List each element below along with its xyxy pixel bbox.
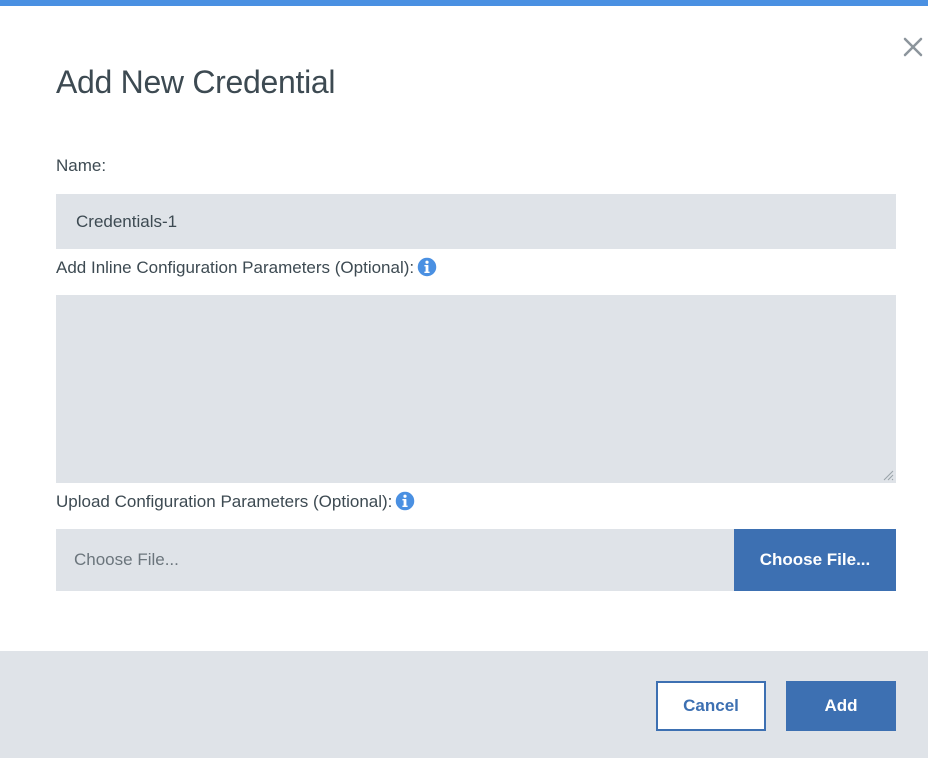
dialog-title: Add New Credential xyxy=(56,64,336,100)
info-icon[interactable] xyxy=(416,256,438,278)
dialog-footer: Cancel Add xyxy=(0,651,928,758)
resize-grip-icon[interactable] xyxy=(880,467,894,481)
file-name-display[interactable]: Choose File... xyxy=(56,529,734,591)
upload-params-label-row: Upload Configuration Parameters (Optiona… xyxy=(56,490,417,512)
add-credential-dialog: Add New Credential Name: Add Inline Conf… xyxy=(0,0,928,758)
name-input[interactable] xyxy=(56,194,896,249)
cancel-button[interactable]: Cancel xyxy=(656,681,766,731)
choose-file-button[interactable]: Choose File... xyxy=(734,529,896,591)
add-button[interactable]: Add xyxy=(786,681,896,731)
inline-params-label: Add Inline Configuration Parameters (Opt… xyxy=(56,258,415,277)
close-icon[interactable] xyxy=(900,34,926,60)
inline-params-label-row: Add Inline Configuration Parameters (Opt… xyxy=(56,256,438,278)
name-label: Name: xyxy=(56,156,107,175)
inline-params-textarea[interactable] xyxy=(56,295,896,483)
info-icon[interactable] xyxy=(394,490,417,512)
top-accent-bar xyxy=(0,0,928,6)
upload-params-label: Upload Configuration Parameters (Optiona… xyxy=(56,492,393,511)
